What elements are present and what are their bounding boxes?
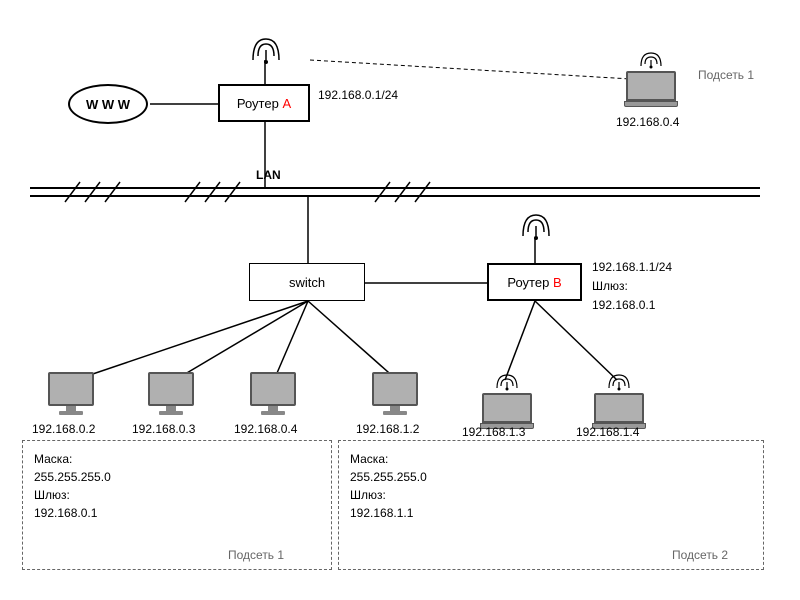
- laptop-pc6: [592, 374, 646, 429]
- wifi-pc6: [604, 374, 634, 392]
- www-label: W W W: [86, 97, 130, 112]
- router-b-letter: В: [553, 275, 562, 290]
- router-b-ip: 192.168.1.1/24 Шлюз: 192.168.0.1: [592, 258, 672, 316]
- router-b-wifi: [518, 210, 554, 240]
- screen-pc5: [482, 393, 532, 423]
- ip-pc4: 192.168.1.2: [356, 422, 419, 436]
- base-pc4: [383, 411, 407, 415]
- base-pc1: [59, 411, 83, 415]
- subnet1-bottom-label: Подсеть 1: [228, 548, 284, 562]
- ip-pc2: 192.168.0.3: [132, 422, 195, 436]
- router-a-letter: А: [282, 96, 291, 111]
- screen-top: [626, 71, 676, 101]
- base-pc3: [261, 411, 285, 415]
- monitor-pc2: [148, 372, 194, 406]
- router-a-label: Роутер А: [237, 96, 291, 111]
- computer-pc4: [372, 372, 418, 415]
- monitor-pc3: [250, 372, 296, 406]
- lan-label: LAN: [256, 168, 281, 182]
- wifi-top-laptop: [636, 52, 666, 70]
- laptop-pc5: [480, 374, 534, 429]
- base-pc2: [159, 411, 183, 415]
- subnet1-top-label: Подсеть 1: [698, 68, 754, 82]
- subnet1-info: Маска: 255.255.255.0 Шлюз: 192.168.0.1: [34, 450, 111, 522]
- ip-pc6: 192.168.1.4: [576, 425, 639, 439]
- ip-pc5: 192.168.1.3: [462, 425, 525, 439]
- www-node: W W W: [68, 84, 148, 124]
- screen-pc6: [594, 393, 644, 423]
- ip-pc3: 192.168.0.4: [234, 422, 297, 436]
- ip-top: 192.168.0.4: [616, 115, 679, 129]
- switch-node: switch: [249, 263, 365, 301]
- computer-pc2: [148, 372, 194, 415]
- router-a-wifi: [248, 36, 284, 64]
- monitor-pc1: [48, 372, 94, 406]
- computer-pc3: [250, 372, 296, 415]
- monitor-pc4: [372, 372, 418, 406]
- router-a-ip: 192.168.0.1/24: [318, 88, 398, 102]
- wifi-pc5: [492, 374, 522, 392]
- switch-label: switch: [289, 275, 325, 290]
- base-top: [624, 101, 678, 107]
- router-b-label: Роутер В: [507, 275, 561, 290]
- computer-pc1: [48, 372, 94, 415]
- router-a: Роутер А: [218, 84, 310, 122]
- router-b: Роутер В: [487, 263, 582, 301]
- network-diagram: W W W Роутер А 192.168.0.1/24 LAN switch…: [0, 0, 800, 600]
- laptop-top: [624, 52, 678, 107]
- subnet2-bottom-label: Подсеть 2: [672, 548, 728, 562]
- subnet2-info: Маска: 255.255.255.0 Шлюз: 192.168.1.1: [350, 450, 427, 522]
- ip-pc1: 192.168.0.2: [32, 422, 95, 436]
